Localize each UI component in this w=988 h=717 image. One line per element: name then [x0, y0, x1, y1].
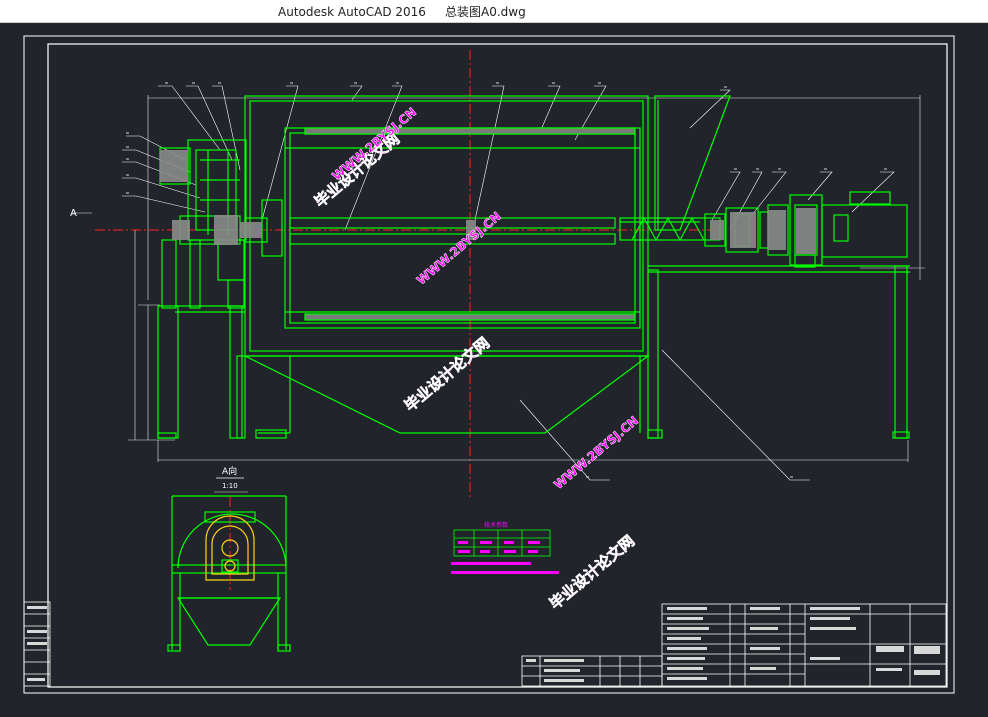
view-a-scale: 1:10	[222, 482, 238, 490]
window-title: Autodesk AutoCAD 2016 总装图A0.dwg	[278, 3, 526, 20]
view-a-label: A向	[222, 465, 237, 477]
file-name: 总装图A0.dwg	[445, 5, 526, 19]
watermark-2-line2: WWW.2BYSJ.CN	[414, 209, 504, 287]
app-title: Autodesk AutoCAD 2016	[278, 5, 426, 19]
watermark-1: 毕业设计论文网 WWW.2BYSJ.CN	[311, 105, 420, 212]
parameter-table-title: 技术参数	[484, 521, 508, 529]
title-block	[23, 601, 947, 687]
watermark-3: 毕业设计论文网 WWW.2BYSJ.CN	[546, 413, 642, 613]
watermark-1-line2: WWW.2BYSJ.CN	[329, 105, 419, 183]
leader-lines	[122, 85, 895, 481]
machine-housing	[157, 95, 910, 439]
watermark-2-line1: 毕业设计论文网	[401, 334, 493, 415]
watermark-3-line1: 毕业设计论文网	[546, 532, 638, 613]
cad-drawing[interactable]: A A向 1:10 技术参数 毕业设计论文网 WWW.2BYSJ.CN 毕业设计…	[0, 22, 988, 713]
section-marker-a: A	[70, 208, 77, 219]
end-view-a	[167, 495, 291, 652]
parameter-table: 技术参数	[451, 521, 559, 574]
drawing-canvas[interactable]: A A向 1:10 技术参数 毕业设计论文网 WWW.2BYSJ.CN 毕业设计…	[0, 22, 988, 713]
window-titlebar: Autodesk AutoCAD 2016 总装图A0.dwg	[0, 0, 988, 23]
section-hatching	[160, 150, 816, 254]
